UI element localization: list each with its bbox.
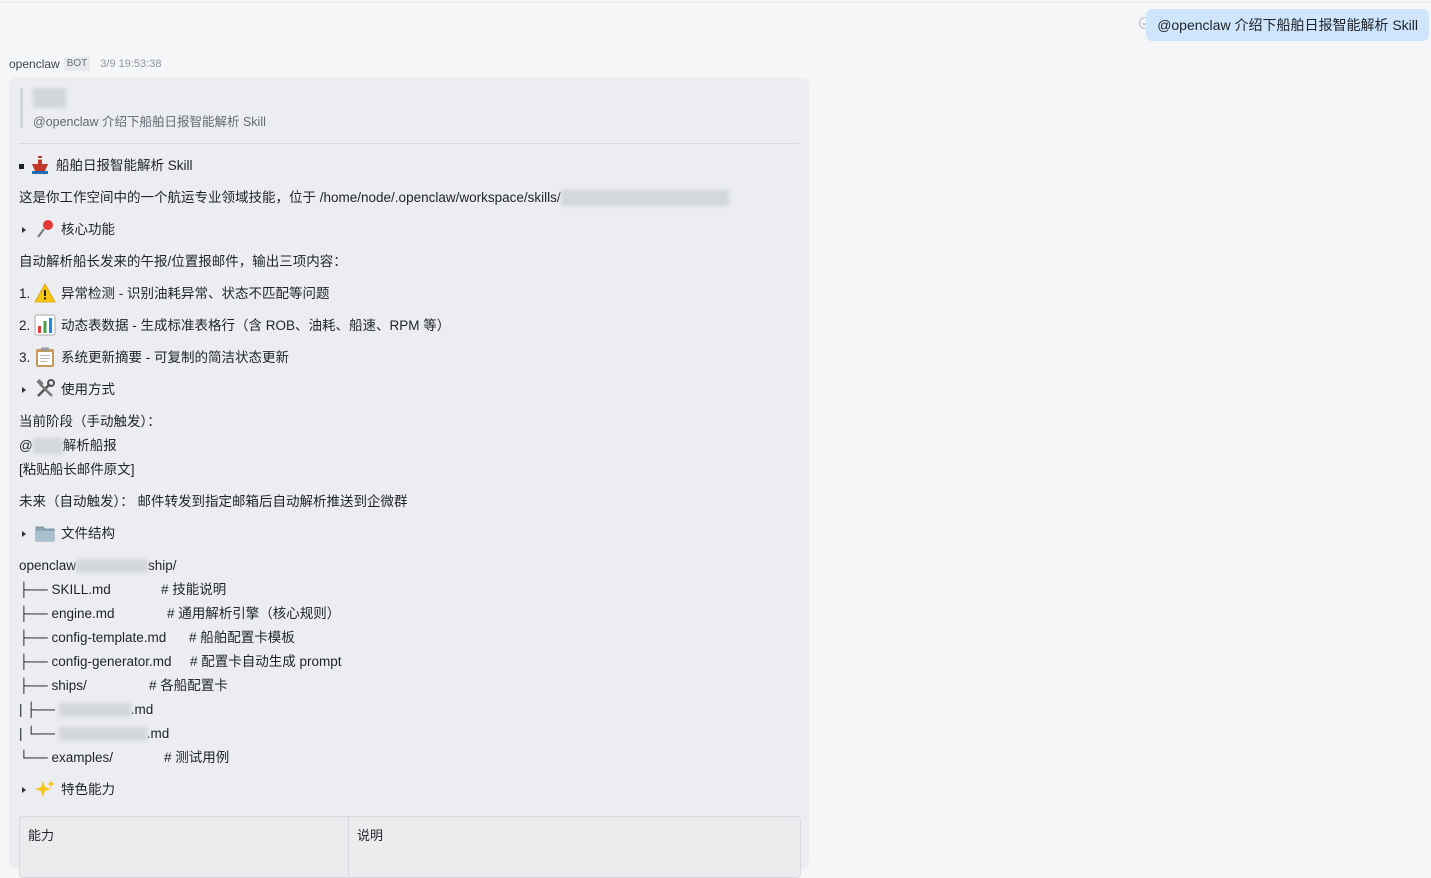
collapse-arrow-icon[interactable] bbox=[22, 531, 26, 538]
tree-name: ships/ bbox=[51, 678, 87, 693]
bot-message-bubble: @openclaw 介绍下船舶日报智能解析 Skill 船舶日报智能解析 Ski… bbox=[9, 78, 809, 878]
message-timestamp: 3/9 19:53:38 bbox=[100, 58, 162, 70]
list-text: 异常检测 - 识别油耗异常、状态不匹配等问题 bbox=[61, 286, 330, 301]
warning-icon bbox=[34, 283, 56, 303]
tree-root: openclaw ship/ bbox=[19, 554, 177, 578]
redacted-filename bbox=[58, 727, 147, 742]
tree-name: config-generator.md bbox=[51, 654, 172, 669]
ship-icon bbox=[32, 156, 48, 175]
tree-line: ├── config-generator.md # 配置卡自动生成 prompt bbox=[19, 650, 342, 674]
bar-chart-icon bbox=[34, 314, 56, 336]
clipboard-icon bbox=[36, 347, 55, 368]
tree-line: ├── engine.md # 通用解析引擎（核心规则） bbox=[19, 602, 340, 626]
redacted-path bbox=[560, 190, 729, 207]
list-text: 动态表数据 - 生成标准表格行（含 ROB、油耗、船速、RPM 等） bbox=[61, 318, 451, 333]
quote-redacted-name bbox=[33, 88, 66, 108]
bullet-square bbox=[19, 163, 24, 169]
list-number: 1. bbox=[19, 286, 31, 301]
section-files[interactable]: 文件结构 bbox=[19, 522, 115, 546]
usage-paste: [粘贴船长邮件原文] bbox=[19, 462, 135, 477]
tree-prefix: ├── bbox=[19, 678, 52, 693]
tree-prefix: ├── bbox=[19, 630, 52, 645]
table-column-divider bbox=[348, 817, 349, 877]
tree-line: └── examples/ # 测试用例 bbox=[19, 746, 229, 770]
list-item: 2. 动态表数据 - 生成标准表格行（含 ROB、油耗、船速、RPM 等） bbox=[19, 314, 450, 338]
redacted-segment bbox=[76, 559, 149, 574]
tree-line: ├── SKILL.md # 技能说明 bbox=[19, 578, 226, 602]
pushpin-icon bbox=[37, 220, 53, 239]
core-desc: 自动解析船长发来的午报/位置报邮件，输出三项内容： bbox=[19, 254, 347, 269]
tree-line: | ├── .md bbox=[19, 698, 153, 722]
bot-header: openclaw BOT 3/9 19:53:38 bbox=[9, 56, 161, 72]
tree-name: .md bbox=[146, 726, 170, 741]
section-features[interactable]: 特色能力 bbox=[19, 778, 115, 802]
quote-divider bbox=[19, 143, 799, 144]
usage-command-line: @ 解析船报 bbox=[19, 434, 117, 458]
usage-command: 解析船报 bbox=[62, 438, 117, 453]
intro-text: 这是你工作空间中的一个航运专业领域技能，位于 /home/node/.openc… bbox=[19, 190, 561, 205]
tree-comment: # 配置卡自动生成 prompt bbox=[190, 654, 342, 669]
section-usage-title: 使用方式 bbox=[61, 382, 115, 397]
collapse-arrow-icon[interactable] bbox=[22, 387, 26, 394]
collapse-arrow-icon[interactable] bbox=[22, 787, 26, 794]
tree-comment: # 测试用例 bbox=[164, 750, 230, 765]
redacted-filename bbox=[58, 703, 131, 718]
quote-bar bbox=[20, 88, 23, 128]
table-header-description: 说明 bbox=[357, 828, 384, 843]
intro-line: 这是你工作空间中的一个航运专业领域技能，位于 /home/node/.openc… bbox=[19, 186, 729, 210]
tree-comment: # 各船配置卡 bbox=[149, 678, 228, 693]
list-number: 2. bbox=[19, 318, 31, 333]
sparkles-icon bbox=[35, 780, 55, 798]
skill-title-line: 船舶日报智能解析 Skill bbox=[19, 154, 193, 178]
section-core-title: 核心功能 bbox=[61, 222, 115, 237]
tree-root-suffix: ship/ bbox=[148, 558, 177, 573]
user-message-bubble[interactable]: @openclaw 介绍下船舶日报智能解析 Skill bbox=[1146, 9, 1429, 41]
list-item: 1. 异常检测 - 识别油耗异常、状态不匹配等问题 bbox=[19, 282, 330, 306]
tree-prefix: ├── bbox=[19, 582, 52, 597]
tree-comment: # 船舶配置卡模板 bbox=[189, 630, 295, 645]
tree-prefix: ├── bbox=[19, 606, 52, 621]
section-files-title: 文件结构 bbox=[61, 526, 115, 541]
tree-line: ├── ships/ # 各船配置卡 bbox=[19, 674, 228, 698]
quoted-message[interactable]: @openclaw 介绍下船舶日报智能解析 Skill bbox=[33, 111, 266, 130]
list-number: 3. bbox=[19, 350, 31, 365]
section-core[interactable]: 核心功能 bbox=[19, 218, 115, 242]
collapse-arrow-icon[interactable] bbox=[22, 227, 26, 234]
skill-title: 船舶日报智能解析 Skill bbox=[56, 158, 193, 173]
list-text: 系统更新摘要 - 可复制的简洁状态更新 bbox=[61, 350, 290, 365]
usage-future: 未来（自动触发）： 邮件转发到指定邮箱后自动解析推送到企微群 bbox=[19, 494, 408, 509]
usage-at: @ bbox=[19, 438, 33, 453]
top-divider bbox=[0, 2, 1431, 3]
redacted-mention bbox=[32, 438, 63, 455]
usage-stage: 当前阶段（手动触发）： bbox=[19, 414, 161, 429]
bot-badge: BOT bbox=[63, 57, 91, 71]
tree-comment: # 技能说明 bbox=[161, 582, 227, 597]
section-usage[interactable]: 使用方式 bbox=[19, 378, 115, 402]
tree-name: examples/ bbox=[51, 750, 113, 765]
tools-icon bbox=[36, 379, 55, 398]
tree-comment: # 通用解析引擎（核心规则） bbox=[167, 606, 341, 621]
tree-prefix: | ├── bbox=[19, 702, 59, 717]
tree-name: SKILL.md bbox=[51, 582, 111, 597]
folder-icon bbox=[35, 527, 55, 542]
tree-name: config-template.md bbox=[51, 630, 167, 645]
features-table: 能力 说明 bbox=[19, 816, 801, 878]
tree-root-prefix: openclaw bbox=[19, 558, 77, 573]
tree-name: .md bbox=[130, 702, 154, 717]
tree-name: engine.md bbox=[51, 606, 115, 621]
section-features-title: 特色能力 bbox=[61, 782, 115, 797]
bot-name[interactable]: openclaw bbox=[9, 57, 60, 71]
tree-line: | └── .md bbox=[19, 722, 169, 746]
tree-prefix: └── bbox=[19, 750, 52, 765]
tree-prefix: ├── bbox=[19, 654, 52, 669]
tree-line: ├── config-template.md # 船舶配置卡模板 bbox=[19, 626, 295, 650]
tree-prefix: | └── bbox=[19, 726, 59, 741]
list-item: 3. 系统更新摘要 - 可复制的简洁状态更新 bbox=[19, 346, 289, 370]
table-header-capability: 能力 bbox=[28, 828, 55, 843]
